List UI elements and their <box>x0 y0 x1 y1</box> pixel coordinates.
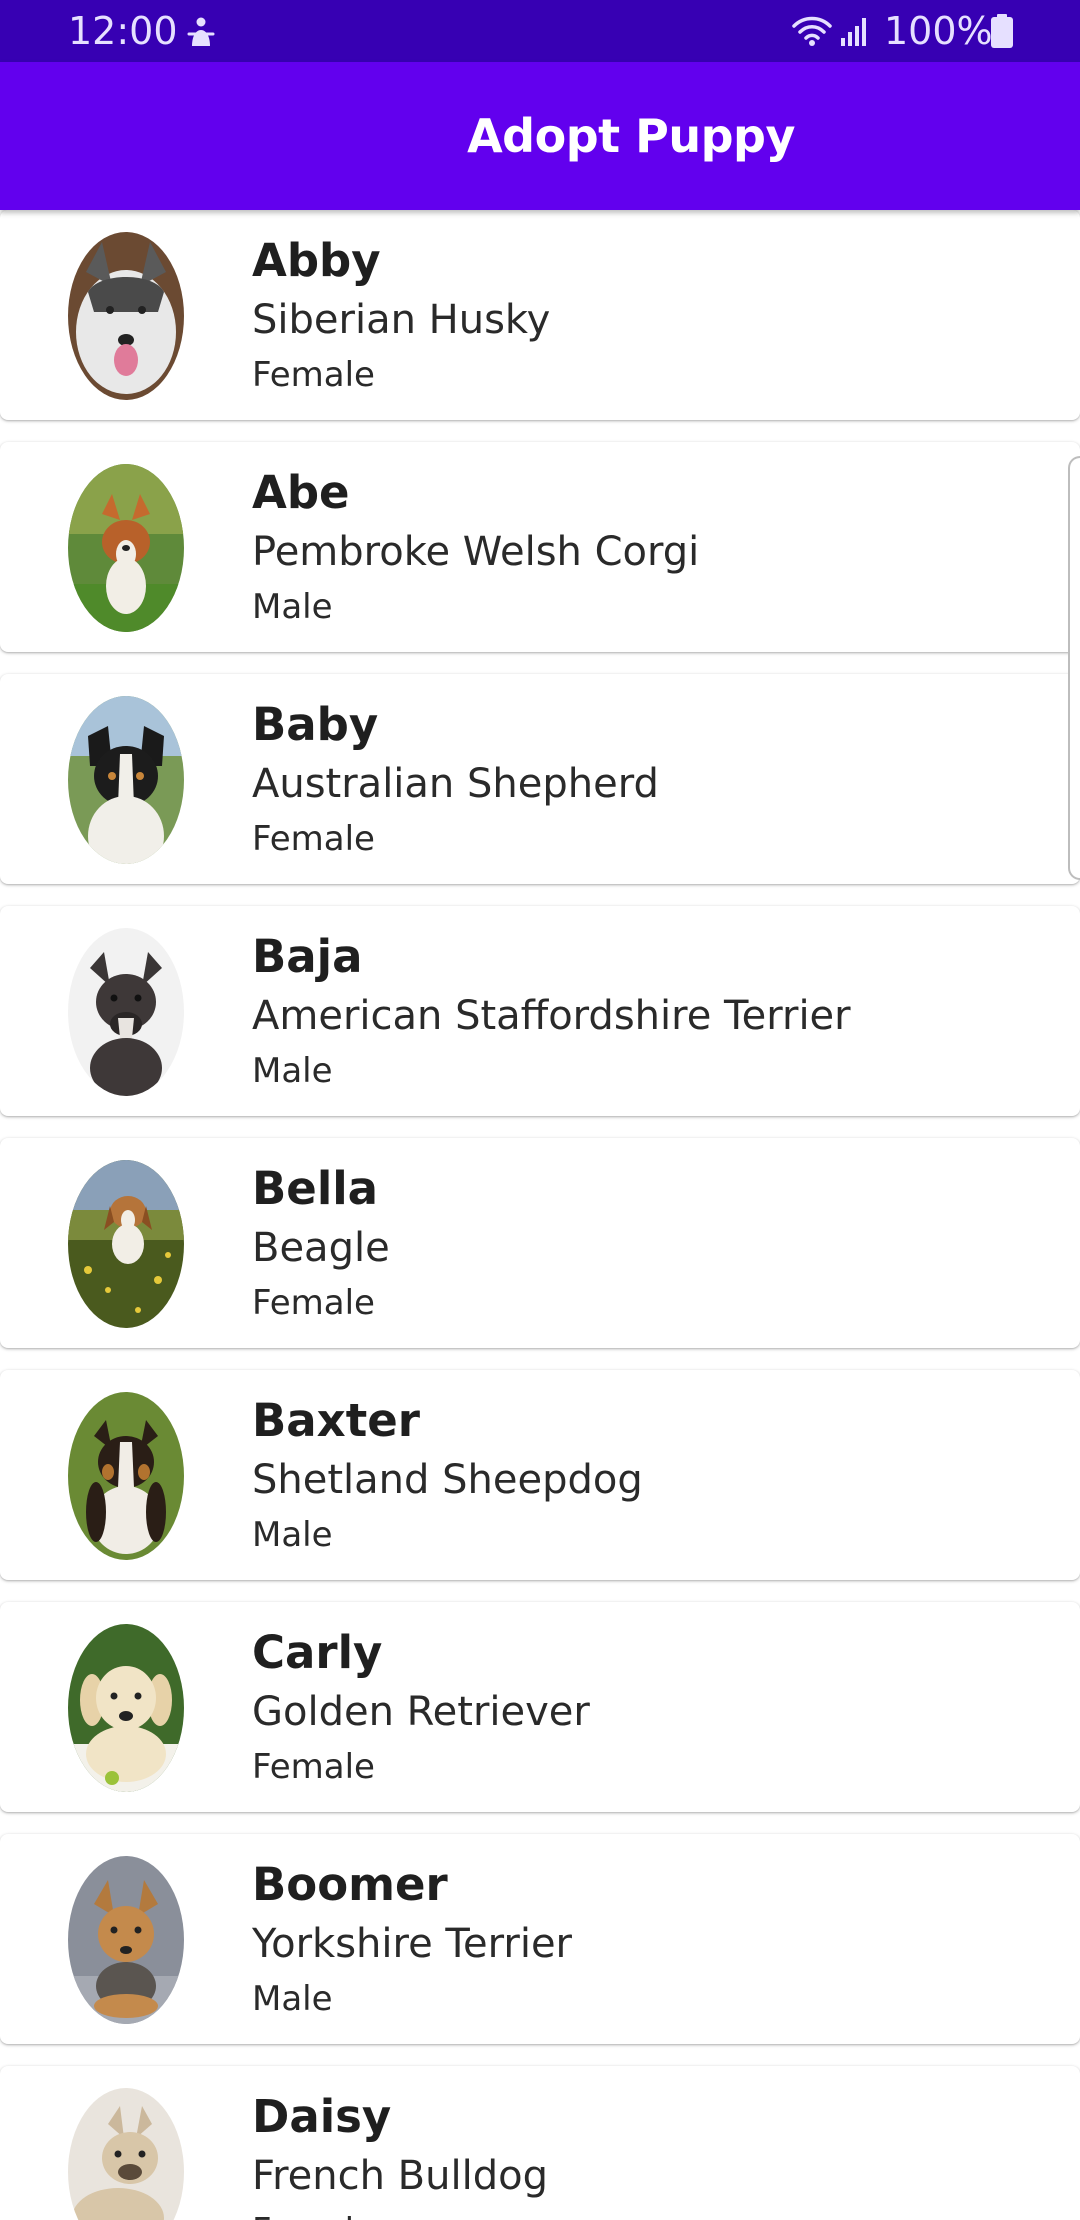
puppy-card-carly[interactable]: Carly Golden Retriever Female <box>0 1602 1080 1812</box>
status-bar: 12:00 100% <box>0 0 1080 62</box>
puppy-photo <box>68 232 184 400</box>
puppy-card-abby[interactable]: Abby Siberian Husky Female <box>0 210 1080 420</box>
app-title: Adopt Puppy <box>467 109 795 163</box>
puppy-card-boomer[interactable]: Boomer Yorkshire Terrier Male <box>0 1834 1080 2044</box>
puppy-photo <box>68 2088 184 2220</box>
puppy-sex: Male <box>252 587 333 627</box>
puppy-breed: Pembroke Welsh Corgi <box>252 529 700 575</box>
puppy-list[interactable]: Abby Siberian Husky Female Abe Pembroke … <box>0 210 1080 2220</box>
puppy-name: Carly <box>252 1626 383 1679</box>
puppy-card-baby[interactable]: Baby Australian Shepherd Female <box>0 674 1080 884</box>
puppy-breed: Shetland Sheepdog <box>252 1457 643 1503</box>
puppy-breed: American Staffordshire Terrier <box>252 993 851 1039</box>
puppy-breed: Yorkshire Terrier <box>252 1921 572 1967</box>
puppy-photo <box>68 1392 184 1560</box>
puppy-card-bella[interactable]: Bella Beagle Female <box>0 1138 1080 1348</box>
puppy-breed: Golden Retriever <box>252 1689 590 1735</box>
wifi-icon <box>792 14 832 48</box>
puppy-photo <box>68 1856 184 2024</box>
puppy-sex: Female <box>252 355 375 395</box>
app-bar: Adopt Puppy <box>0 62 1080 210</box>
puppy-photo <box>68 928 184 1096</box>
puppy-name: Boomer <box>252 1858 448 1911</box>
puppy-sex: Male <box>252 1979 333 2019</box>
puppy-name: Bella <box>252 1162 379 1215</box>
puppy-photo <box>68 696 184 864</box>
puppy-name: Abe <box>252 466 350 519</box>
puppy-sex: Male <box>252 1515 333 1555</box>
puppy-name: Abby <box>252 234 381 287</box>
puppy-sex: Male <box>252 1051 333 1091</box>
puppy-breed: French Bulldog <box>252 2153 548 2199</box>
puppy-name: Baby <box>252 698 379 751</box>
puppy-breed: Australian Shepherd <box>252 761 659 807</box>
puppy-card-abe[interactable]: Abe Pembroke Welsh Corgi Male <box>0 442 1080 652</box>
battery-percent: 100% <box>884 9 993 53</box>
puppy-card-baja[interactable]: Baja American Staffordshire Terrier Male <box>0 906 1080 1116</box>
puppy-breed: Beagle <box>252 1225 390 1271</box>
puppy-sex: Female <box>252 2210 375 2220</box>
puppy-name: Daisy <box>252 2090 392 2143</box>
scrollbar[interactable] <box>1068 456 1080 880</box>
puppy-sex: Female <box>252 819 375 859</box>
puppy-card-daisy[interactable]: Daisy French Bulldog Female <box>0 2066 1080 2220</box>
puppy-name: Baja <box>252 930 363 983</box>
puppy-name: Baxter <box>252 1394 420 1447</box>
signal-icon <box>840 16 870 46</box>
puppy-breed: Siberian Husky <box>252 297 551 343</box>
puppy-sex: Female <box>252 1283 375 1323</box>
puppy-photo <box>68 1160 184 1328</box>
status-time: 12:00 <box>68 9 178 53</box>
puppy-card-baxter[interactable]: Baxter Shetland Sheepdog Male <box>0 1370 1080 1580</box>
accessibility-icon <box>186 16 216 48</box>
puppy-photo <box>68 1624 184 1792</box>
puppy-photo <box>68 464 184 632</box>
puppy-sex: Female <box>252 1747 375 1787</box>
battery-icon <box>990 14 1014 48</box>
